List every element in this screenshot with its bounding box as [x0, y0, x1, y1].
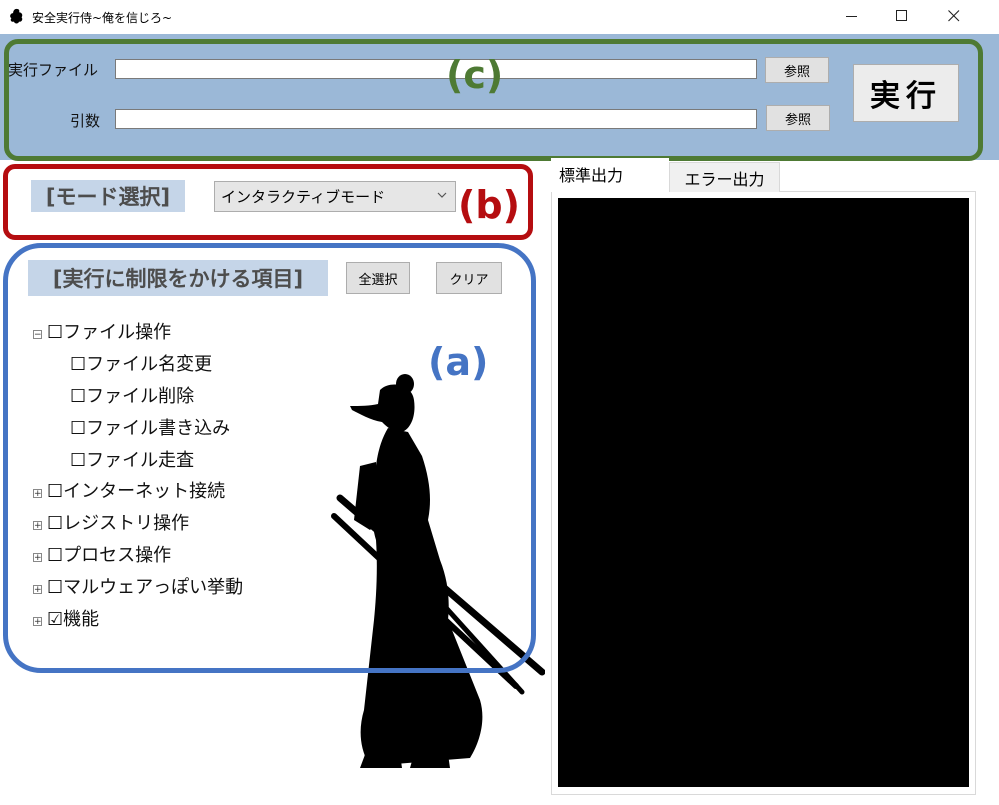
- executable-file-input[interactable]: [115, 59, 757, 79]
- tab-standard-output[interactable]: 標準出力: [551, 158, 669, 192]
- window-title: 安全実行侍~俺を信じろ~: [32, 11, 173, 25]
- select-all-button[interactable]: 全選択: [346, 262, 410, 294]
- collapse-toggle-icon[interactable]: −: [33, 330, 42, 340]
- tree-item-label: インターネット接続: [63, 481, 226, 502]
- checkbox-unchecked-icon[interactable]: ☐: [47, 577, 63, 598]
- tree-item-file-rename[interactable]: ☐ファイル名変更: [70, 354, 212, 376]
- tree-item-label: マルウェアっぽい挙動: [63, 577, 244, 598]
- expand-toggle-icon[interactable]: +: [33, 617, 42, 627]
- tree-item-label: 機能: [63, 609, 100, 630]
- checkbox-unchecked-icon[interactable]: ☐: [70, 450, 86, 471]
- samurai-app-icon: [10, 8, 23, 24]
- tree-item-label: プロセス操作: [63, 545, 172, 566]
- checkbox-unchecked-icon[interactable]: ☐: [70, 386, 86, 407]
- arguments-label: 引数: [70, 112, 101, 130]
- executable-file-label: 実行ファイル: [8, 61, 99, 79]
- tree-item-process[interactable]: ☐プロセス操作: [47, 545, 171, 567]
- tree-item-label: ファイル操作: [63, 322, 172, 343]
- checkbox-checked-icon[interactable]: ☑: [47, 609, 63, 630]
- tree-item-label: ファイル書き込み: [86, 418, 231, 439]
- tree-item-registry[interactable]: ☐レジストリ操作: [47, 513, 189, 535]
- restrictions-section-title: [実行に制限をかける項目]: [28, 260, 328, 296]
- checkbox-unchecked-icon[interactable]: ☐: [47, 322, 63, 343]
- annotation-b-label: (b): [458, 183, 520, 227]
- tree-item-label: ファイル名変更: [86, 354, 213, 375]
- arguments-input[interactable]: [115, 109, 757, 129]
- tab-error-output[interactable]: エラー出力: [669, 162, 780, 192]
- tree-item-file-scan[interactable]: ☐ファイル走査: [70, 450, 194, 472]
- mode-select[interactable]: インタラクティブモード: [214, 181, 456, 212]
- tree-item-malware-like[interactable]: ☐マルウェアっぽい挙動: [47, 577, 243, 599]
- minimize-icon: [846, 16, 857, 17]
- maximize-icon: [896, 10, 907, 21]
- checkbox-unchecked-icon[interactable]: ☐: [70, 354, 86, 375]
- run-button[interactable]: 実行: [853, 64, 959, 122]
- expand-toggle-icon[interactable]: +: [33, 521, 42, 531]
- tree-item-file-write[interactable]: ☐ファイル書き込み: [70, 418, 230, 440]
- tree-item-features[interactable]: ☑機能: [47, 609, 99, 631]
- expand-toggle-icon[interactable]: +: [33, 585, 42, 595]
- output-console[interactable]: [558, 198, 969, 787]
- tree-item-label: ファイル走査: [86, 450, 195, 471]
- title-bar: 安全実行侍~俺を信じろ~: [0, 0, 999, 34]
- close-icon: [948, 10, 960, 22]
- annotation-c-label: (c): [446, 53, 504, 97]
- checkbox-unchecked-icon[interactable]: ☐: [47, 481, 63, 502]
- close-button[interactable]: [928, 0, 980, 32]
- checkbox-unchecked-icon[interactable]: ☐: [47, 513, 63, 534]
- tree-item-label: レジストリ操作: [63, 513, 190, 534]
- mode-select-value: インタラクティブモード: [221, 188, 386, 206]
- browse-args-button[interactable]: 参照: [766, 105, 830, 131]
- tree-item-label: ファイル削除: [86, 386, 195, 407]
- clear-button[interactable]: クリア: [436, 262, 502, 294]
- minimize-button[interactable]: [826, 0, 878, 32]
- tree-item-internet[interactable]: ☐インターネット接続: [47, 481, 225, 503]
- tree-item-file-ops[interactable]: ☐ファイル操作: [47, 322, 171, 344]
- checkbox-unchecked-icon[interactable]: ☐: [70, 418, 86, 439]
- chevron-down-icon: [437, 192, 447, 198]
- checkbox-unchecked-icon[interactable]: ☐: [47, 545, 63, 566]
- expand-toggle-icon[interactable]: +: [33, 489, 42, 499]
- annotation-a-label: (a): [428, 340, 489, 384]
- maximize-button[interactable]: [876, 0, 928, 32]
- mode-section-title: [モード選択]: [31, 180, 185, 212]
- browse-file-button[interactable]: 参照: [765, 57, 829, 83]
- expand-toggle-icon[interactable]: +: [33, 553, 42, 563]
- tree-item-file-delete[interactable]: ☐ファイル削除: [70, 386, 194, 408]
